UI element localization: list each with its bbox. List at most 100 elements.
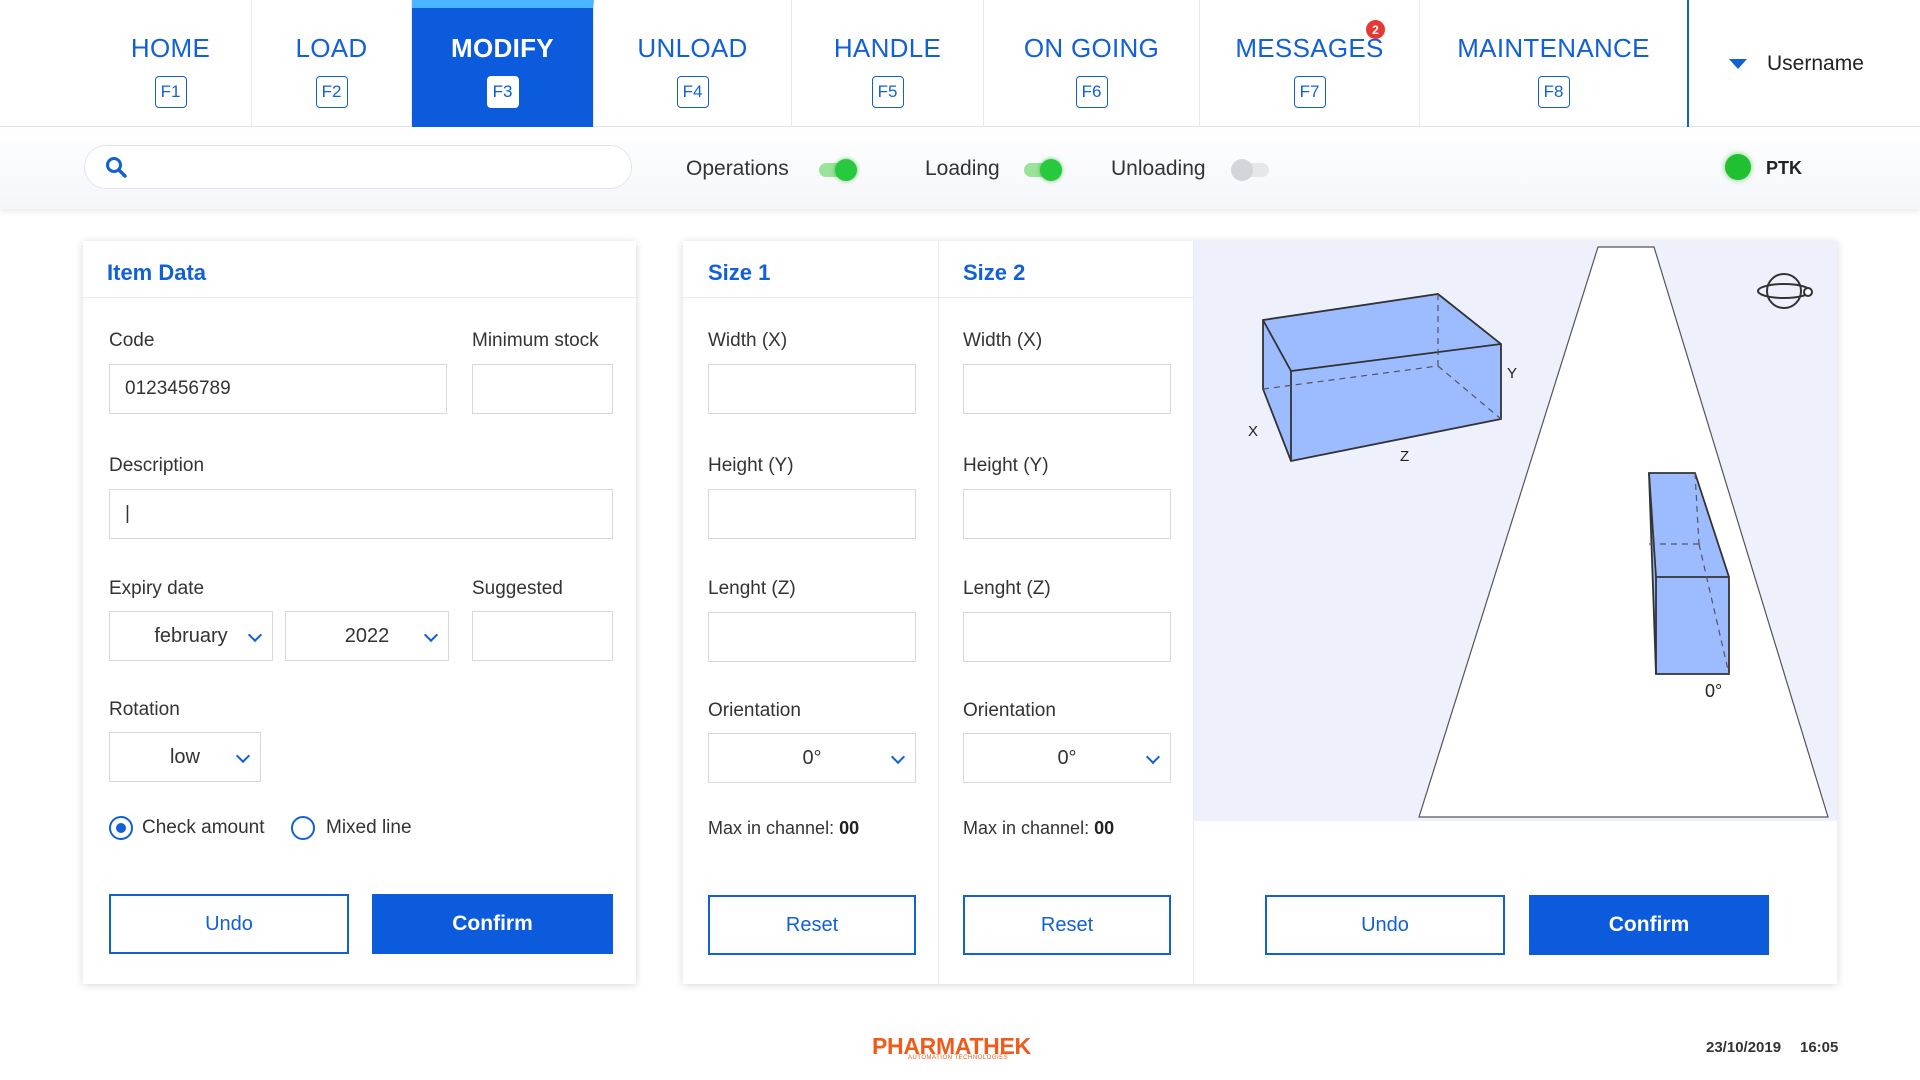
rotation-label: Rotation	[109, 699, 180, 720]
toggle-knob	[1231, 159, 1253, 181]
axis-x-label: X	[1248, 423, 1259, 440]
size1-height-field[interactable]	[708, 489, 916, 539]
tab-load[interactable]: LOAD F2	[252, 0, 412, 127]
size-card: Size 1 Width (X) Height (Y) Lenght (Z) O…	[683, 241, 1837, 984]
size1-height-label: Height (Y)	[708, 455, 794, 476]
undo-button[interactable]: Undo	[109, 894, 349, 954]
size2-orientation-label: Orientation	[963, 700, 1056, 721]
code-field[interactable]: 0123456789	[109, 364, 447, 414]
caret-down-icon	[1729, 58, 1747, 69]
search-input[interactable]	[137, 147, 631, 187]
footer-time: 16:05	[1800, 1039, 1839, 1056]
size2-max-value: 00	[1094, 818, 1115, 838]
size2-width-field[interactable]	[963, 364, 1171, 414]
tab-load-key: F2	[315, 76, 348, 108]
axis-y-label: Y	[1507, 365, 1518, 382]
check-amount-label: Check amount	[142, 817, 265, 838]
size2-title: Size 2	[963, 260, 1026, 285]
mixed-line-label: Mixed line	[326, 817, 412, 838]
size1-length-label: Lenght (Z)	[708, 578, 796, 599]
mixed-line-radio[interactable]	[291, 816, 315, 840]
preview-undo-button[interactable]: Undo	[1265, 895, 1505, 955]
user-menu[interactable]: Username	[1687, 0, 1920, 127]
axis-z-label: Z	[1400, 448, 1410, 465]
loading-toggle[interactable]	[1024, 159, 1062, 181]
size1-width-field[interactable]	[708, 364, 916, 414]
orientation-angle-label: 0°	[1705, 681, 1723, 701]
tab-messages-label: MESSAGES	[1235, 33, 1384, 63]
tab-unload[interactable]: UNLOAD F4	[594, 0, 792, 127]
size1-title: Size 1	[708, 260, 771, 285]
size1-orientation-value: 0°	[802, 746, 822, 769]
chevron-down-icon	[423, 627, 439, 643]
size2-orientation-select[interactable]: 0°	[963, 733, 1171, 783]
operations-toggle[interactable]	[819, 159, 857, 181]
size1-length-field[interactable]	[708, 612, 916, 662]
min-stock-label: Minimum stock	[472, 330, 599, 351]
tab-handle[interactable]: HANDLE F5	[792, 0, 984, 127]
check-amount-radio[interactable]	[109, 816, 133, 840]
tab-on-going-label: ON GOING	[1023, 33, 1160, 63]
status-indicator-icon	[1725, 154, 1751, 180]
brand-subtitle: AUTOMATION TECHNOLOGIES	[908, 1055, 1009, 1061]
size1-max-in-channel: Max in channel: 00	[708, 818, 859, 839]
size2-reset-button[interactable]: Reset	[963, 895, 1171, 955]
tab-home-key: F1	[154, 76, 187, 108]
column-divider	[938, 241, 939, 984]
rotation-value: low	[169, 745, 200, 768]
confirm-button[interactable]: Confirm	[372, 894, 613, 954]
expiry-month-select[interactable]: february	[109, 611, 273, 661]
size1-reset-button[interactable]: Reset	[708, 895, 916, 955]
tab-on-going-key: F6	[1075, 76, 1108, 108]
tab-maintenance-label: MAINTENANCE	[1457, 33, 1650, 63]
expiry-month-value: february	[154, 624, 228, 647]
tab-modify-label: MODIFY	[451, 33, 554, 63]
search-box	[84, 145, 632, 189]
tab-unload-key: F4	[676, 76, 709, 108]
preview-confirm-button[interactable]: Confirm	[1529, 895, 1769, 955]
chevron-down-icon	[1145, 749, 1161, 765]
chevron-down-icon	[890, 749, 906, 765]
size1-orientation-select[interactable]: 0°	[708, 733, 916, 783]
size1-max-value: 00	[839, 818, 860, 838]
tab-modify[interactable]: MODIFY F3	[412, 0, 594, 127]
size1-max-label: Max in channel:	[708, 818, 840, 838]
size2-length-field[interactable]	[963, 612, 1171, 662]
tab-maintenance-key: F8	[1537, 76, 1570, 108]
card-divider	[683, 297, 1193, 298]
size2-height-field[interactable]	[963, 489, 1171, 539]
item-data-card: Item Data Code 0123456789 Minimum stock …	[83, 241, 636, 984]
size2-height-label: Height (Y)	[963, 455, 1049, 476]
operations-label: Operations	[686, 157, 789, 180]
chevron-down-icon	[247, 627, 263, 643]
tab-modify-key: F3	[486, 76, 519, 108]
toggle-knob	[1040, 159, 1062, 181]
tab-handle-key: F5	[871, 76, 904, 108]
tab-home[interactable]: HOME F1	[90, 0, 252, 127]
size2-max-in-channel: Max in channel: 00	[963, 818, 1114, 839]
card-divider	[83, 297, 636, 298]
top-navigation: HOME F1 LOAD F2 MODIFY F3 UNLOAD F4 HAND…	[0, 0, 1920, 127]
description-label: Description	[109, 455, 205, 476]
unloading-toggle[interactable]	[1231, 159, 1269, 181]
size2-orientation-value: 0°	[1057, 746, 1077, 769]
tab-unload-label: UNLOAD	[637, 33, 748, 63]
min-stock-field[interactable]	[472, 364, 613, 414]
description-field[interactable]: |	[109, 489, 613, 539]
suggested-field[interactable]	[472, 611, 613, 661]
tab-on-going[interactable]: ON GOING F6	[984, 0, 1200, 127]
search-icon	[106, 157, 127, 178]
tab-home-label: HOME	[130, 33, 211, 63]
tab-maintenance[interactable]: MAINTENANCE F8	[1420, 0, 1687, 127]
tab-messages[interactable]: MESSAGES F7 2	[1200, 0, 1420, 127]
rotation-select[interactable]: low	[109, 732, 261, 782]
code-label: Code	[109, 330, 155, 351]
expiry-year-select[interactable]: 2022	[285, 611, 449, 661]
status-label: PTK	[1766, 158, 1802, 178]
size2-length-label: Lenght (Z)	[963, 578, 1051, 599]
unloading-label: Unloading	[1111, 157, 1206, 180]
tab-handle-label: HANDLE	[833, 33, 942, 63]
size1-width-label: Width (X)	[708, 330, 788, 351]
size1-orientation-label: Orientation	[708, 700, 801, 721]
loading-label: Loading	[925, 157, 1000, 180]
